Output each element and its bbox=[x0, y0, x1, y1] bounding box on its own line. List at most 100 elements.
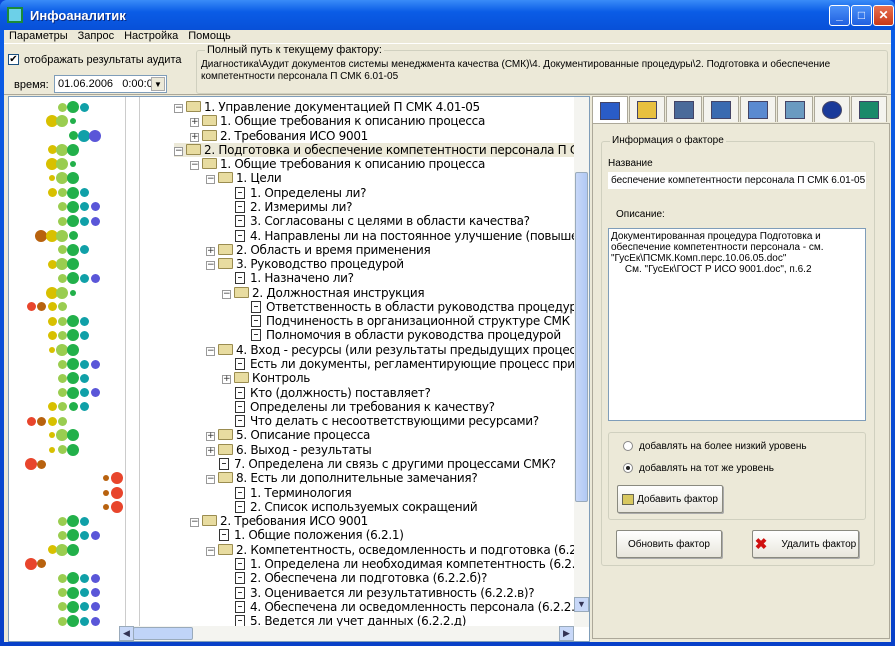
tree-node[interactable]: − 1. Цели bbox=[206, 171, 282, 185]
collapse-icon[interactable]: − bbox=[190, 518, 199, 528]
expand-icon[interactable]: + bbox=[222, 375, 231, 385]
dropdown-arrow-icon[interactable]: ▼ bbox=[151, 77, 165, 91]
tree-node[interactable]: − 3. Руководство процедурой bbox=[206, 257, 404, 271]
collapse-icon[interactable]: − bbox=[206, 261, 215, 271]
collapse-icon[interactable]: − bbox=[222, 289, 231, 299]
expand-icon[interactable]: + bbox=[190, 118, 199, 128]
tree-node[interactable]: Подчиненость в организационной структуре… bbox=[251, 314, 570, 328]
tab-tree-structure[interactable] bbox=[592, 96, 628, 124]
tree-node[interactable]: 2. Измеримы ли? bbox=[235, 200, 352, 214]
collapse-icon[interactable]: − bbox=[174, 104, 183, 113]
tree-node[interactable]: Кто (должность) поставляет? bbox=[235, 386, 431, 400]
radio-lower-level[interactable] bbox=[623, 441, 633, 451]
tree-node[interactable]: 2. Список используемых сокращений bbox=[235, 500, 478, 514]
tree-node[interactable]: Есть ли документы, регламентирующие проц… bbox=[235, 357, 574, 371]
collapse-icon[interactable]: − bbox=[206, 175, 215, 185]
scroll-thumb[interactable] bbox=[575, 172, 588, 502]
tree-node[interactable]: +2. Область и время применения bbox=[206, 242, 431, 257]
factor-panel: Информация о факторе Название беспечение… bbox=[592, 96, 890, 642]
tree-node[interactable]: +2. Требования ИСО 9001 bbox=[190, 129, 368, 143]
document-icon bbox=[235, 386, 245, 399]
tab-search-folder[interactable] bbox=[629, 96, 665, 122]
scroll-left-button[interactable]: ◀ bbox=[119, 626, 134, 641]
close-button[interactable]: ✕ bbox=[873, 5, 894, 26]
delete-factor-button[interactable]: ✖ Удалить фактор bbox=[752, 530, 859, 558]
vertical-scrollbar[interactable]: ▼ bbox=[574, 97, 589, 627]
tree-node[interactable]: 1. Общие положения (6.2.1) bbox=[219, 528, 404, 542]
folder-icon bbox=[218, 343, 233, 355]
menu-query[interactable]: Запрос bbox=[73, 30, 119, 44]
folder-icon bbox=[218, 543, 233, 555]
tree-node[interactable]: − 1. Управление документацией П СМК 4.01-… bbox=[174, 100, 480, 114]
tree-node-label: 2. Компетентность, осведомленность и под… bbox=[236, 542, 574, 557]
radio-same-label[interactable]: добавлять на тот же уровень bbox=[639, 463, 774, 474]
tree-node[interactable]: 1. Определены ли? bbox=[235, 186, 366, 200]
tab-globe[interactable] bbox=[814, 96, 850, 122]
menu-parameters[interactable]: Параметры bbox=[4, 30, 73, 44]
tree-node[interactable]: 1. Назначено ли? bbox=[235, 271, 354, 285]
description-textarea[interactable]: Документированная процедура Подготовка и… bbox=[608, 228, 866, 421]
tree-node[interactable]: − 2. Подготовка и обеспечение компетентно… bbox=[174, 142, 574, 157]
tree-node[interactable]: 3. Согласованы с целями в области качест… bbox=[235, 214, 530, 228]
tab-calculator[interactable] bbox=[851, 96, 887, 122]
scroll-down-button[interactable]: ▼ bbox=[574, 597, 589, 612]
time-picker[interactable]: 01.06.2006 0:00:00 ▼ bbox=[54, 75, 167, 93]
tree-node[interactable]: − 2. Требования ИСО 9001 bbox=[190, 514, 368, 528]
collapse-icon[interactable]: − bbox=[206, 475, 215, 485]
show-results-checkbox[interactable]: ✔ bbox=[8, 54, 19, 65]
tree-node[interactable]: 4. Направлены ли на постоянное улучшение… bbox=[235, 229, 574, 243]
radio-lower-label[interactable]: добавлять на более низкий уровень bbox=[639, 441, 807, 452]
collapse-icon[interactable]: − bbox=[206, 346, 215, 356]
tree-node[interactable]: 3. Оценивается ли результативность (6.2.… bbox=[235, 586, 535, 600]
expand-icon[interactable]: + bbox=[206, 446, 215, 456]
expand-icon[interactable]: + bbox=[206, 246, 215, 256]
tab-table[interactable] bbox=[740, 96, 776, 122]
tree-node[interactable]: 1. Определена ли необходимая компетентно… bbox=[235, 557, 574, 571]
tree-node[interactable]: − 2. Компетентность, осведомленность и по… bbox=[206, 543, 574, 557]
horizontal-scrollbar[interactable]: ◀ ▶ bbox=[119, 626, 574, 641]
tree-node[interactable]: 2. Обеспечена ли подготовка (6.2.2.б)? bbox=[235, 571, 487, 585]
tree-node[interactable]: − 1. Общие требования к описанию процесса bbox=[190, 157, 485, 171]
menu-bar: Параметры Запрос Настройка Помощь bbox=[4, 30, 236, 44]
folder-icon bbox=[218, 472, 233, 484]
minimize-button[interactable]: _ bbox=[829, 5, 850, 26]
tree-node[interactable]: − 2. Должностная инструкция bbox=[222, 286, 425, 300]
document-icon bbox=[235, 400, 245, 413]
menu-settings[interactable]: Настройка bbox=[119, 30, 183, 44]
tree-node[interactable]: +1. Общие требования к описанию процесса bbox=[190, 114, 485, 128]
factor-info-label: Информация о факторе bbox=[610, 135, 726, 146]
update-factor-button[interactable]: Обновить фактор bbox=[616, 530, 722, 558]
collapse-icon[interactable]: − bbox=[190, 161, 199, 171]
document-icon bbox=[219, 529, 229, 542]
tree-node[interactable]: − 8. Есть ли дополнительные замечания? bbox=[206, 471, 478, 485]
name-input[interactable]: беспечение компетентности персонала П СМ… bbox=[608, 172, 866, 189]
menu-help[interactable]: Помощь bbox=[183, 30, 236, 44]
collapse-icon[interactable]: − bbox=[174, 146, 183, 156]
tree-node[interactable]: − 4. Вход - ресурсы (или результаты преды… bbox=[206, 343, 574, 357]
show-results-label[interactable]: отображать результаты аудита bbox=[24, 54, 181, 66]
tab-export[interactable] bbox=[666, 96, 702, 122]
collapse-icon[interactable]: − bbox=[206, 546, 215, 556]
tree-node-label: 2. Область и время применения bbox=[236, 242, 431, 257]
tree-node[interactable]: Что делать с несоответствующими ресурсам… bbox=[235, 414, 539, 428]
tab-bar-chart[interactable] bbox=[703, 96, 739, 122]
radio-same-level[interactable] bbox=[623, 463, 633, 473]
expand-icon[interactable]: + bbox=[190, 132, 199, 142]
tree-node[interactable]: 4. Обеспечена ли осведомленность персона… bbox=[235, 600, 574, 614]
add-factor-button[interactable]: Добавить фактор bbox=[617, 485, 723, 513]
tree-node[interactable]: 1. Терминология bbox=[235, 486, 352, 500]
export-icon bbox=[674, 100, 694, 119]
scroll-right-button[interactable]: ▶ bbox=[559, 626, 574, 641]
tree-node[interactable]: + Контроль bbox=[222, 371, 310, 385]
expand-icon[interactable]: + bbox=[206, 432, 215, 442]
tree-node[interactable]: +5. Описание процесса bbox=[206, 428, 370, 442]
tree-node[interactable]: Ответственность в области руководства пр… bbox=[251, 300, 574, 314]
tree-node[interactable]: 7. Определена ли связь с другими процесс… bbox=[219, 457, 556, 471]
tree-node[interactable]: +6. Выход - результаты bbox=[206, 443, 372, 457]
tree-node-label: Определены ли требования к качеству? bbox=[250, 399, 495, 414]
hscroll-thumb[interactable] bbox=[133, 627, 193, 640]
maximize-button[interactable]: □ bbox=[851, 5, 872, 26]
tab-line-chart[interactable] bbox=[777, 96, 813, 122]
tree-node[interactable]: Определены ли требования к качеству? bbox=[235, 400, 495, 414]
tree-node[interactable]: Полномочия в области руководства процеду… bbox=[251, 328, 561, 342]
